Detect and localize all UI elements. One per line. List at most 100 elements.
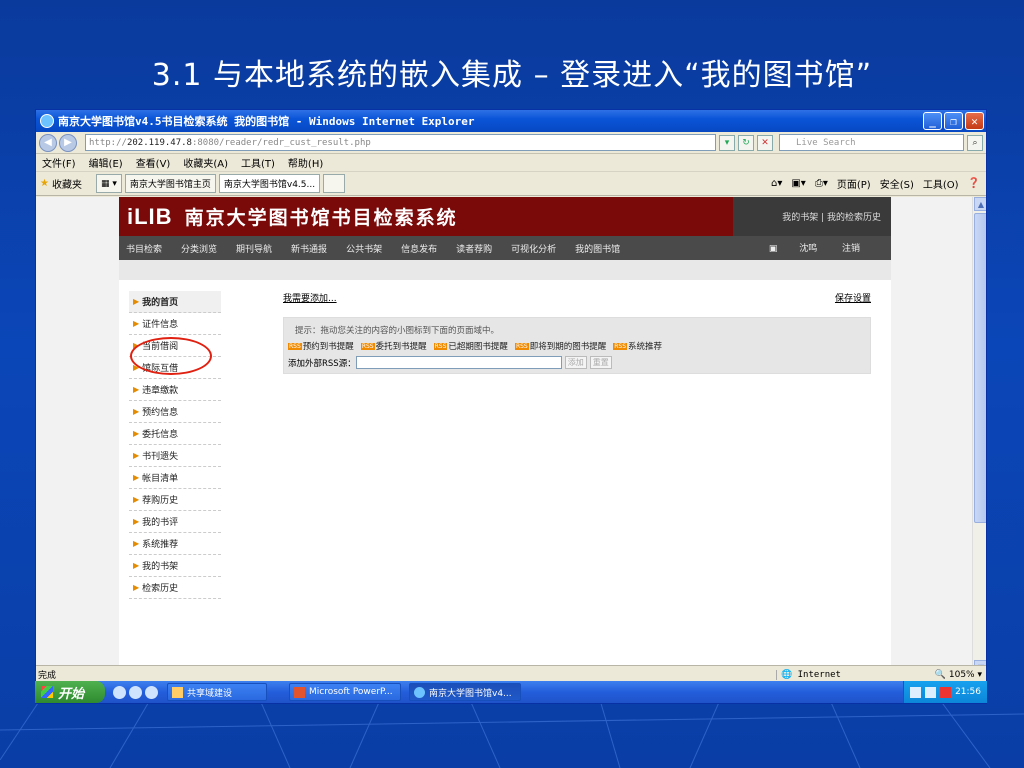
rss-icon: RSS bbox=[514, 342, 529, 350]
status-text: 完成 bbox=[38, 671, 57, 681]
sidebar-item-my-shelf[interactable]: ▶ 我的书架 bbox=[129, 555, 221, 577]
task-shared-domain[interactable]: 共享域建设 bbox=[167, 683, 267, 701]
menu-edit[interactable]: 编辑(E) bbox=[89, 155, 123, 170]
sidebar-item-recommend-history[interactable]: ▶ 荐购历史 bbox=[129, 489, 221, 511]
sidebar-item-search-history[interactable]: ▶ 检索历史 bbox=[129, 577, 221, 599]
nav-visual-analysis[interactable]: 可视化分析 bbox=[511, 242, 556, 255]
header-links[interactable]: 我的书架 | 我的检索历史 bbox=[733, 197, 891, 236]
rss-reset-button[interactable]: 重置 bbox=[589, 356, 612, 369]
sidebar-item-label: 证件信息 bbox=[142, 320, 179, 330]
new-tab-button[interactable] bbox=[323, 174, 346, 193]
sidebar-item-account[interactable]: ▶ 帐目清单 bbox=[129, 467, 221, 489]
volume-icon[interactable] bbox=[925, 686, 937, 698]
minimize-button[interactable]: _ bbox=[923, 112, 942, 130]
forward-icon[interactable]: ▶ bbox=[59, 133, 77, 152]
zoom-level[interactable]: 🔍 105% ▾ bbox=[898, 670, 986, 680]
scroll-up-icon[interactable]: ▲ bbox=[974, 197, 986, 211]
feed-overdue[interactable]: RSS 已超期图书提醒 bbox=[433, 340, 508, 352]
nav-catalog-search[interactable]: 书目检索 bbox=[126, 242, 162, 255]
powerpoint-icon bbox=[294, 686, 305, 698]
help-icon[interactable]: ❓ bbox=[968, 178, 980, 189]
feed-delegation[interactable]: RSS 委托到书提醒 bbox=[360, 340, 427, 352]
dropdown-icon[interactable]: ▾ bbox=[719, 134, 735, 151]
nav-new-books[interactable]: 新书通报 bbox=[291, 242, 327, 255]
slide-title: 3.1 与本地系统的嵌入集成 – 登录进入“我的图书馆” bbox=[151, 58, 873, 93]
home-icon[interactable]: ⌂▾ bbox=[771, 178, 782, 189]
hint-text: 提示：拖动您关注的内容的小图标到下面的页面域中。 bbox=[295, 326, 500, 336]
tab-library-home[interactable]: 南京大学图书馆主页 bbox=[124, 174, 216, 193]
address-bar: ◀ ▶ http://202.119.47.8:8080/reader/redr… bbox=[36, 132, 986, 154]
menu-help[interactable]: 帮助(H) bbox=[288, 155, 323, 170]
sidebar-item-card-info[interactable]: ▶ 证件信息 bbox=[129, 313, 221, 335]
arrow-icon: ▶ bbox=[133, 451, 140, 460]
menu-favorites[interactable]: 收藏夹(A) bbox=[183, 155, 228, 170]
add-module-link[interactable]: 我需要添加... bbox=[283, 291, 337, 305]
tab-library-v45[interactable]: 南京大学图书馆v4.5... bbox=[218, 174, 321, 193]
nav-recommend[interactable]: 读者荐购 bbox=[456, 242, 492, 255]
favorites-button[interactable]: 收藏夹 bbox=[52, 176, 82, 191]
feed-reservation[interactable]: RSS 预约到书提醒 bbox=[288, 340, 354, 352]
nav-public-shelf[interactable]: 公共书架 bbox=[346, 242, 382, 255]
sidebar-item-label: 预约信息 bbox=[142, 408, 179, 418]
gray-strip bbox=[119, 260, 891, 280]
sidebar-item-reviews[interactable]: ▶ 我的书评 bbox=[129, 511, 221, 533]
sidebar-item-label: 荐购历史 bbox=[142, 496, 179, 506]
menu-file[interactable]: 文件(F) bbox=[42, 155, 76, 170]
feed-system-recommend[interactable]: RSS 系统推荐 bbox=[613, 340, 662, 352]
safety-menu[interactable]: 安全(S) bbox=[880, 176, 914, 191]
user-icon: ▣ bbox=[768, 244, 778, 254]
sidebar-item-delegations[interactable]: ▶ 委托信息 bbox=[129, 423, 221, 445]
print-icon[interactable]: ⎙▾ bbox=[815, 178, 828, 189]
sidebar-item-lost-books[interactable]: ▶ 书刊遗失 bbox=[129, 445, 221, 467]
site-nav: 书目检索 分类浏览 期刊导航 新书通报 公共书架 信息发布 读者荐购 可视化分析… bbox=[119, 236, 891, 260]
refresh-icon[interactable]: ↻ bbox=[738, 134, 754, 151]
feeds-icon[interactable]: ▣▾ bbox=[791, 178, 805, 189]
search-input[interactable]: Live Search bbox=[779, 134, 964, 151]
sidebar-item-system-recommend[interactable]: ▶ 系统推荐 bbox=[129, 533, 221, 555]
rss-url-input[interactable] bbox=[355, 356, 562, 369]
sidebar-item-home[interactable]: ▶ 我的首页 bbox=[129, 291, 221, 313]
window-title: 南京大学图书馆v4.5书目检索系统 我的图书馆 - Windows Intern… bbox=[58, 115, 475, 128]
stop-icon[interactable]: ✕ bbox=[757, 134, 773, 151]
alert-icon[interactable] bbox=[940, 686, 952, 698]
save-settings-link[interactable]: 保存设置 bbox=[835, 291, 871, 305]
logout-link[interactable]: 注销 bbox=[842, 244, 860, 254]
rss-add-button[interactable]: 添加 bbox=[564, 356, 587, 369]
user-name[interactable]: 沈鸣 bbox=[799, 244, 817, 254]
task-ie-library[interactable]: 南京大学图书馆v4... bbox=[409, 683, 521, 701]
nav-announcements[interactable]: 信息发布 bbox=[401, 242, 437, 255]
window-titlebar[interactable]: 南京大学图书馆v4.5书目检索系统 我的图书馆 - Windows Intern… bbox=[36, 110, 986, 132]
tab-grid-icon[interactable]: ▦ ▾ bbox=[95, 174, 122, 193]
sidebar-item-reservations[interactable]: ▶ 预约信息 bbox=[129, 401, 221, 423]
start-button[interactable]: 开始 bbox=[35, 681, 105, 703]
clock: 21:56 bbox=[955, 687, 981, 697]
arrow-icon: ▶ bbox=[133, 319, 140, 328]
sidebar-item-label: 帐目清单 bbox=[142, 474, 179, 484]
feed-due-soon[interactable]: RSS 即将到期的图书提醒 bbox=[514, 340, 606, 352]
ie-quick-icon[interactable] bbox=[129, 685, 142, 699]
star-icon: ★ bbox=[40, 178, 49, 189]
back-icon[interactable]: ◀ bbox=[39, 133, 57, 152]
network-icon[interactable] bbox=[910, 686, 922, 698]
search-icon[interactable]: ⌕ bbox=[967, 134, 983, 151]
menu-view[interactable]: 查看(V) bbox=[136, 155, 171, 170]
url-field[interactable]: http://202.119.47.8:8080/reader/redr_cus… bbox=[85, 134, 716, 151]
nav-my-library[interactable]: 我的图书馆 bbox=[575, 242, 620, 255]
rss-icon: RSS bbox=[360, 342, 375, 350]
nav-browse[interactable]: 分类浏览 bbox=[181, 242, 217, 255]
page-menu[interactable]: 页面(P) bbox=[837, 176, 871, 191]
nav-journals[interactable]: 期刊导航 bbox=[236, 242, 272, 255]
scroll-thumb[interactable] bbox=[974, 213, 986, 523]
sidebar-item-fines[interactable]: ▶ 违章缴款 bbox=[129, 379, 221, 401]
maximize-button[interactable]: ❐ bbox=[944, 112, 963, 130]
close-button[interactable]: ✕ bbox=[965, 112, 984, 130]
desktop-icon[interactable] bbox=[113, 685, 126, 699]
feed-label: 预约到书提醒 bbox=[302, 342, 354, 352]
tools-menu[interactable]: 工具(O) bbox=[923, 176, 959, 191]
task-powerpoint[interactable]: Microsoft PowerP... bbox=[289, 683, 401, 701]
user-area: ▣ 沈鸣 注销 bbox=[769, 241, 879, 254]
ie-icon bbox=[40, 114, 54, 128]
menu-tools[interactable]: 工具(T) bbox=[241, 155, 275, 170]
vertical-scrollbar[interactable]: ▲ ▼ bbox=[972, 197, 986, 674]
media-icon[interactable] bbox=[145, 685, 158, 699]
